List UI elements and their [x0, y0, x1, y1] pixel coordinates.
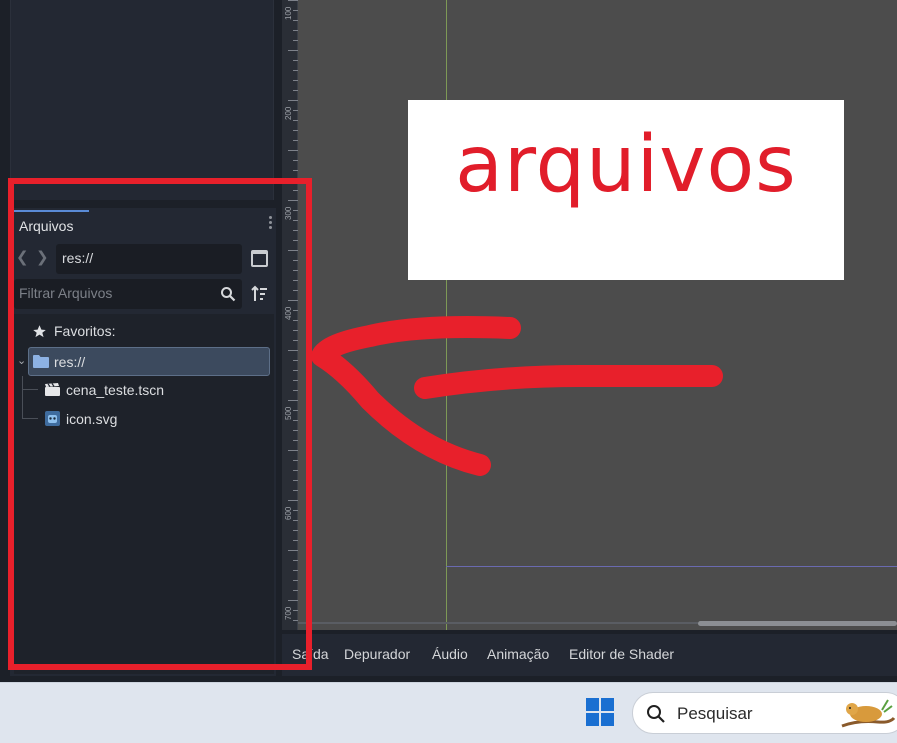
horizontal-scrollbar[interactable] — [698, 621, 897, 626]
ruler-label: 100 — [284, 6, 293, 20]
tab-depurador[interactable]: Depurador — [344, 646, 410, 662]
search-icon — [647, 705, 665, 723]
scene-dock — [0, 0, 280, 205]
image-text: arquivos — [455, 120, 797, 210]
search-placeholder: Pesquisar — [677, 704, 753, 723]
annotation-arrow — [311, 316, 723, 476]
tab-audio[interactable]: Áudio — [432, 646, 468, 662]
tab-editor-shader[interactable]: Editor de Shader — [569, 646, 674, 662]
viewport-bounds-line — [446, 566, 897, 567]
annotation-rectangle — [8, 178, 312, 670]
ruler-label: 200 — [284, 106, 293, 120]
windows-start-icon[interactable] — [586, 698, 614, 726]
scrollbar-track[interactable] — [298, 622, 698, 624]
search-highlight-icon — [841, 699, 896, 728]
tab-animacao[interactable]: Animação — [487, 646, 549, 662]
